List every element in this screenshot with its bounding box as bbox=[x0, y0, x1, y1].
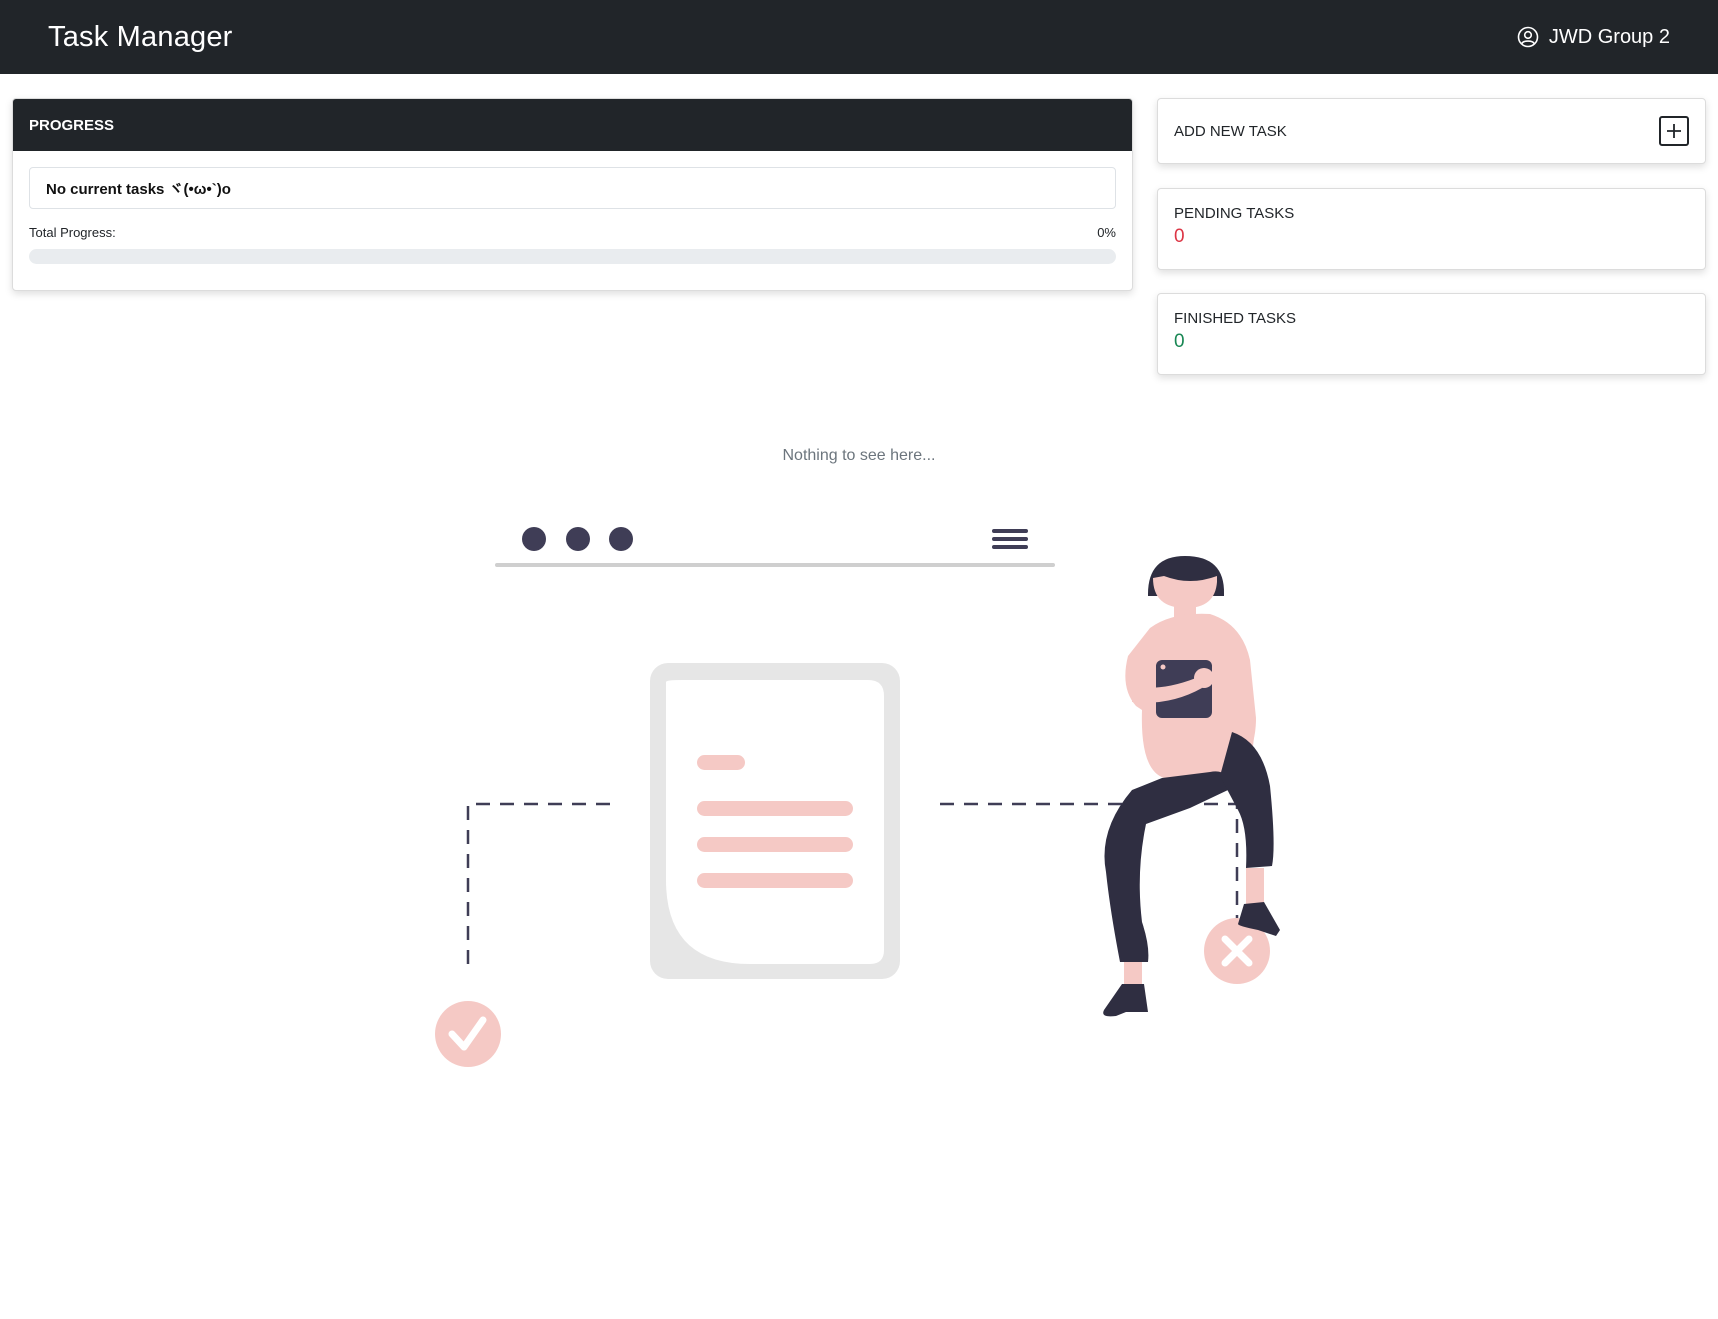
progress-bar bbox=[29, 249, 1116, 264]
empty-state-illustration bbox=[435, 527, 1280, 1067]
user-circle-icon bbox=[1517, 26, 1539, 48]
progress-card: PROGRESS No current tasks ヾ(•ω•`)o Total… bbox=[12, 98, 1133, 291]
add-task-card[interactable]: ADD NEW TASK bbox=[1157, 98, 1706, 164]
no-tasks-message: No current tasks ヾ(•ω•`)o bbox=[29, 167, 1116, 209]
pending-tasks-count: 0 bbox=[1174, 226, 1185, 247]
empty-state-text: Nothing to see here... bbox=[782, 447, 936, 464]
total-progress-label: Total Progress: bbox=[29, 225, 116, 240]
user-name: JWD Group 2 bbox=[1548, 25, 1670, 48]
app-title[interactable]: Task Manager bbox=[48, 21, 233, 54]
total-progress-percent: 0% bbox=[1097, 225, 1116, 240]
top-navbar: Task Manager JWD Group 2 bbox=[0, 0, 1718, 74]
add-task-button[interactable] bbox=[1659, 116, 1689, 146]
finished-tasks-count: 0 bbox=[1174, 331, 1185, 352]
finished-tasks-card[interactable]: FINISHED TASKS 0 bbox=[1157, 293, 1706, 375]
progress-header: PROGRESS bbox=[13, 99, 1132, 151]
user-menu[interactable]: JWD Group 2 bbox=[1517, 26, 1670, 49]
total-progress-row: Total Progress: 0% bbox=[29, 225, 1116, 240]
finished-tasks-label: FINISHED TASKS bbox=[1174, 310, 1296, 327]
pending-tasks-label: PENDING TASKS bbox=[1174, 205, 1295, 222]
plus-square-icon bbox=[1667, 124, 1681, 138]
add-task-label: ADD NEW TASK bbox=[1174, 122, 1287, 140]
pending-tasks-card[interactable]: PENDING TASKS 0 bbox=[1157, 188, 1706, 270]
